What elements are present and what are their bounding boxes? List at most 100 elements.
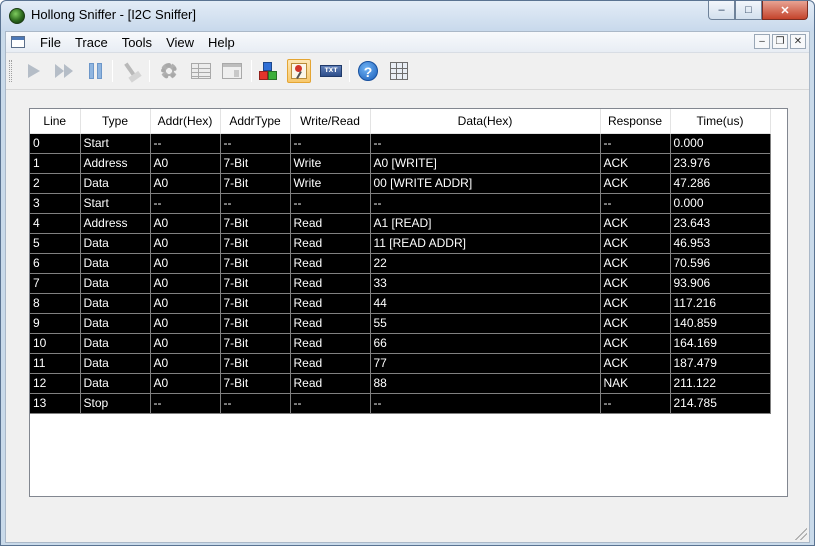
table-header-row: Line Type Addr(Hex) AddrType Write/Read …: [30, 109, 771, 134]
column-header-line[interactable]: Line: [30, 109, 81, 134]
cell-addrtype: 7-Bit: [220, 173, 291, 194]
minimize-button[interactable]: –: [708, 1, 735, 20]
clear-button[interactable]: [119, 59, 143, 83]
table-row[interactable]: 13 Stop -- -- -- -- -- 214.785: [30, 393, 771, 414]
panel-view-button[interactable]: [220, 59, 244, 83]
column-header-addr[interactable]: Addr(Hex): [150, 109, 221, 134]
calculator-icon: [390, 62, 408, 80]
cell-time: 0.000: [670, 133, 771, 154]
protocol-button[interactable]: [256, 59, 280, 83]
pause-button[interactable]: [83, 59, 107, 83]
table-row[interactable]: 5 Data A0 7-Bit Read 11 [READ ADDR] ACK 46.953: [30, 233, 771, 254]
table-row[interactable]: 1 Address A0 7-Bit Write A0 [WRITE] ACK 23.976: [30, 153, 771, 174]
cell-type: Start: [80, 133, 151, 154]
pin-button[interactable]: [287, 59, 311, 83]
text-export-button[interactable]: TXT: [319, 59, 343, 83]
table-row[interactable]: 3 Start -- -- -- -- -- 0.000: [30, 193, 771, 214]
fast-forward-button[interactable]: [52, 59, 76, 83]
close-button[interactable]: ✕: [762, 1, 808, 20]
cell-write-read: Read: [290, 273, 371, 294]
cell-addrtype: --: [220, 193, 291, 214]
cell-response: ACK: [600, 293, 671, 314]
calculator-button[interactable]: [387, 59, 411, 83]
cell-addrtype: 7-Bit: [220, 293, 291, 314]
cell-type: Stop: [80, 393, 151, 414]
resize-grip[interactable]: [795, 528, 807, 540]
cell-type: Data: [80, 273, 151, 294]
column-header-addrtype[interactable]: AddrType: [220, 109, 291, 134]
cell-time: 214.785: [670, 393, 771, 414]
trace-table: Line Type Addr(Hex) AddrType Write/Read …: [30, 109, 771, 414]
menu-tools[interactable]: Tools: [115, 35, 159, 50]
toolbar-divider: [6, 89, 809, 90]
table-row[interactable]: 7 Data A0 7-Bit Read 33 ACK 93.906: [30, 273, 771, 294]
maximize-button[interactable]: □: [735, 1, 762, 20]
window-title: Hollong Sniffer - [I2C Sniffer]: [31, 7, 196, 22]
child-restore-button[interactable]: ❐: [772, 34, 788, 49]
cell-write-read: Read: [290, 253, 371, 274]
column-header-time[interactable]: Time(us): [670, 109, 771, 134]
cell-addr: --: [150, 133, 221, 154]
table-row[interactable]: 11 Data A0 7-Bit Read 77 ACK 187.479: [30, 353, 771, 374]
column-header-response[interactable]: Response: [600, 109, 671, 134]
app-logo-icon[interactable]: [9, 8, 25, 24]
toolbar: TXT ?: [6, 54, 809, 88]
toolbar-separator: [112, 60, 113, 82]
cell-addr: A0: [150, 273, 221, 294]
pin-icon: [291, 63, 307, 79]
panel-view-icon: [222, 63, 242, 79]
menu-file[interactable]: File: [33, 35, 68, 50]
cell-addrtype: --: [220, 133, 291, 154]
cell-type: Data: [80, 373, 151, 394]
cell-line: 4: [30, 213, 81, 234]
child-minimize-button[interactable]: –: [754, 34, 770, 49]
toolbar-grip[interactable]: [9, 60, 12, 82]
column-header-data[interactable]: Data(Hex): [370, 109, 601, 134]
window-controls: – □ ✕: [708, 1, 808, 21]
cell-type: Address: [80, 213, 151, 234]
table-row[interactable]: 8 Data A0 7-Bit Read 44 ACK 117.216: [30, 293, 771, 314]
cell-data: 33: [370, 273, 601, 294]
table-view-button[interactable]: [189, 59, 213, 83]
settings-button[interactable]: [157, 59, 181, 83]
cell-response: ACK: [600, 233, 671, 254]
cell-line: 7: [30, 273, 81, 294]
table-row[interactable]: 4 Address A0 7-Bit Read A1 [READ] ACK 23.643: [30, 213, 771, 234]
table-row[interactable]: 12 Data A0 7-Bit Read 88 NAK 211.122: [30, 373, 771, 394]
cell-addr: A0: [150, 353, 221, 374]
menu-help[interactable]: Help: [201, 35, 242, 50]
cell-type: Data: [80, 253, 151, 274]
cell-write-read: Read: [290, 293, 371, 314]
cell-type: Start: [80, 193, 151, 214]
column-header-write-read[interactable]: Write/Read: [290, 109, 371, 134]
table-row[interactable]: 0 Start -- -- -- -- -- 0.000: [30, 133, 771, 154]
child-close-button[interactable]: ✕: [790, 34, 806, 49]
help-button[interactable]: ?: [356, 59, 380, 83]
cell-response: ACK: [600, 353, 671, 374]
table-row[interactable]: 2 Data A0 7-Bit Write 00 [WRITE ADDR] ACK 47.28…: [30, 173, 771, 194]
cell-response: NAK: [600, 373, 671, 394]
cell-addr: A0: [150, 293, 221, 314]
table-row[interactable]: 9 Data A0 7-Bit Read 55 ACK 140.859: [30, 313, 771, 334]
table-row[interactable]: 6 Data A0 7-Bit Read 22 ACK 70.596: [30, 253, 771, 274]
column-header-type[interactable]: Type: [80, 109, 151, 134]
table-row[interactable]: 10 Data A0 7-Bit Read 66 ACK 164.169: [30, 333, 771, 354]
cell-data: 66: [370, 333, 601, 354]
title-bar[interactable]: Hollong Sniffer - [I2C Sniffer] – □ ✕: [1, 1, 814, 31]
play-button[interactable]: [22, 59, 46, 83]
cell-response: ACK: [600, 253, 671, 274]
cell-response: ACK: [600, 173, 671, 194]
cell-addr: A0: [150, 373, 221, 394]
cell-addr: A0: [150, 153, 221, 174]
document-icon[interactable]: [11, 36, 25, 48]
cell-write-read: Read: [290, 213, 371, 234]
cell-addrtype: 7-Bit: [220, 253, 291, 274]
cell-write-read: Read: [290, 233, 371, 254]
cell-line: 2: [30, 173, 81, 194]
cubes-icon: [257, 61, 279, 81]
menu-view[interactable]: View: [159, 35, 201, 50]
cell-data: 00 [WRITE ADDR]: [370, 173, 601, 194]
menu-trace[interactable]: Trace: [68, 35, 115, 50]
cell-addrtype: 7-Bit: [220, 373, 291, 394]
trace-grid[interactable]: Line Type Addr(Hex) AddrType Write/Read …: [29, 108, 788, 497]
